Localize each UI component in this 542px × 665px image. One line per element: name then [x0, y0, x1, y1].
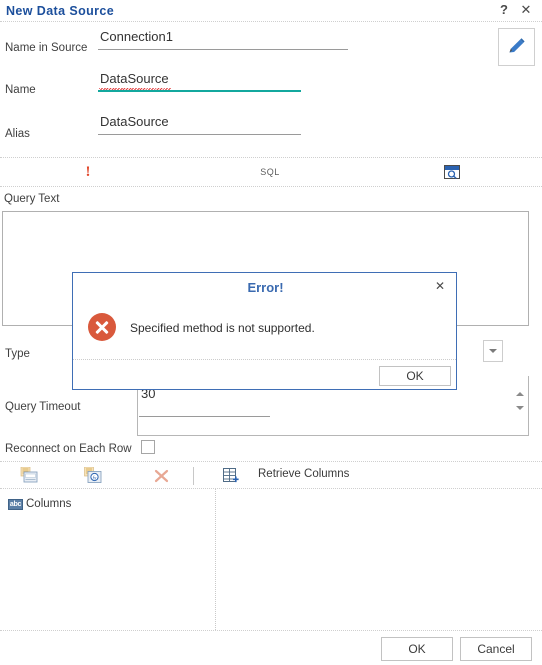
- error-dialog-close-icon[interactable]: ✕: [432, 278, 448, 294]
- error-circle-x-icon: [88, 313, 116, 341]
- alias-input[interactable]: [98, 114, 300, 131]
- spinner-down-icon[interactable]: [516, 406, 524, 410]
- name-in-source-label: Name in Source: [5, 42, 88, 54]
- pencil-icon: [509, 38, 525, 53]
- abc-icon: abc: [8, 498, 23, 510]
- name-input[interactable]: [98, 71, 300, 88]
- query-timeout-underline: [139, 416, 270, 417]
- columns-tree-panel: abc Columns: [0, 489, 216, 630]
- execute-query-icon[interactable]: !: [78, 158, 98, 186]
- svg-text:fx: fx: [93, 474, 97, 481]
- retrieve-columns-button[interactable]: [221, 467, 241, 485]
- window-titlebar: New Data Source ? ✕: [0, 0, 542, 22]
- sql-mode-button[interactable]: SQL: [250, 158, 290, 186]
- close-icon[interactable]: ✕: [518, 2, 534, 18]
- add-calculated-column-button[interactable]: fx: [84, 466, 104, 485]
- spinner-up-icon[interactable]: [516, 392, 524, 396]
- query-preview-button[interactable]: [441, 158, 463, 186]
- name-in-source-underline: [98, 49, 348, 50]
- add-calculated-column-icon: fx: [84, 466, 102, 483]
- type-label: Type: [5, 348, 30, 360]
- help-icon[interactable]: ?: [496, 2, 512, 18]
- error-dialog-title: Error!: [247, 280, 284, 295]
- page-title: New Data Source: [6, 4, 115, 18]
- error-dialog-divider: [73, 359, 456, 360]
- alias-underline: [98, 134, 301, 135]
- chevron-down-icon: [489, 349, 497, 353]
- query-text-label: Query Text: [4, 193, 60, 205]
- add-column-icon: [20, 466, 38, 483]
- error-dialog: Error! ✕ Specified method is not support…: [72, 272, 457, 390]
- toolbar-divider: [193, 467, 194, 485]
- type-dropdown-button[interactable]: [483, 340, 503, 362]
- sql-toolbar: ! SQL: [0, 157, 542, 187]
- tree-item-columns[interactable]: abc Columns: [8, 498, 71, 510]
- retrieve-columns-label[interactable]: Retrieve Columns: [258, 468, 349, 480]
- reconnect-label: Reconnect on Each Row: [5, 443, 132, 455]
- name-label: Name: [5, 84, 36, 96]
- footer-divider: [0, 630, 542, 632]
- name-focus-underline: [98, 90, 301, 92]
- ok-button[interactable]: OK: [381, 637, 453, 661]
- delete-column-button[interactable]: [152, 467, 172, 485]
- query-timeout-label: Query Timeout: [5, 401, 81, 413]
- delete-column-icon: [154, 469, 169, 483]
- error-dialog-message: Specified method is not supported.: [130, 321, 315, 335]
- add-column-button[interactable]: [20, 466, 40, 485]
- edit-connection-button[interactable]: [498, 28, 535, 66]
- query-preview-icon: [444, 165, 460, 179]
- error-dialog-ok-button[interactable]: OK: [379, 366, 451, 386]
- retrieve-columns-icon: [223, 468, 239, 483]
- reconnect-checkbox[interactable]: [141, 440, 155, 454]
- cancel-button[interactable]: Cancel: [460, 637, 532, 661]
- tree-item-label: Columns: [26, 498, 72, 510]
- alias-label: Alias: [5, 128, 30, 140]
- name-in-source-input[interactable]: [98, 29, 348, 46]
